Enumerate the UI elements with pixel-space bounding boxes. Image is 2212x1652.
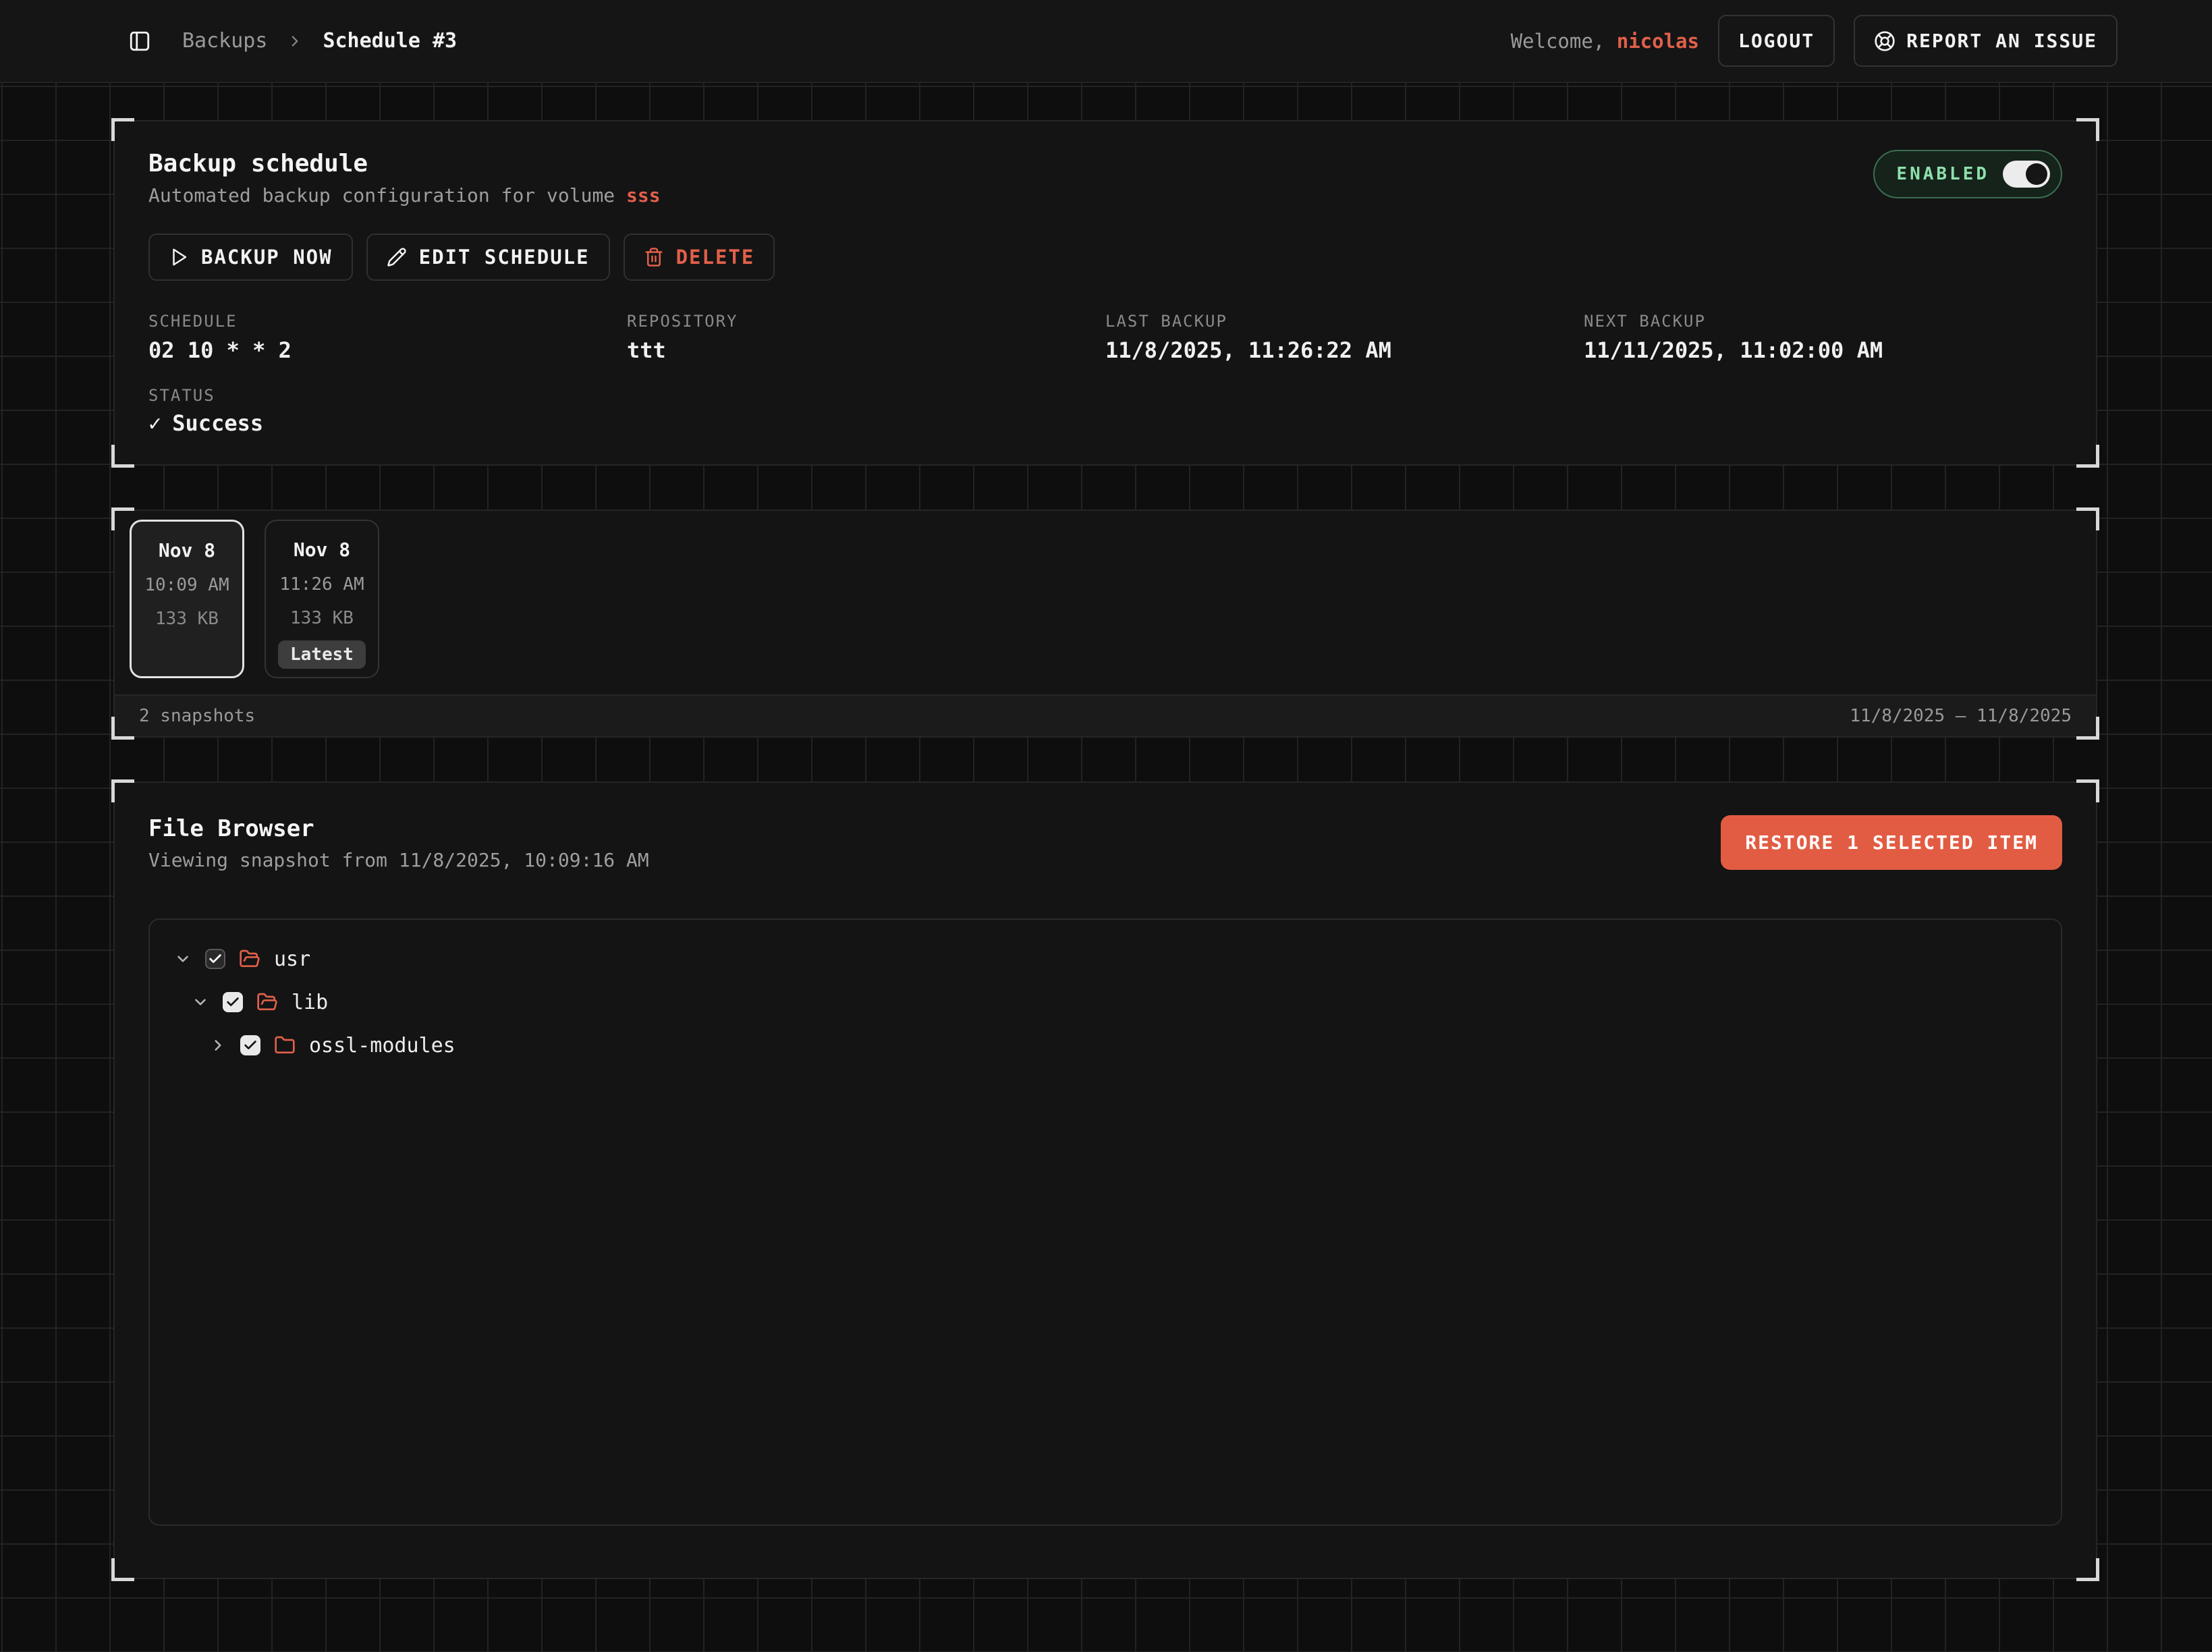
field-label: LAST BACKUP bbox=[1105, 312, 1584, 331]
switch-knob bbox=[2026, 163, 2047, 185]
report-issue-button[interactable]: REPORT AN ISSUE bbox=[1854, 15, 2118, 67]
checkbox[interactable] bbox=[205, 949, 225, 969]
field-label: NEXT BACKUP bbox=[1584, 312, 2062, 331]
field-value: ttt bbox=[627, 337, 1105, 363]
latest-badge: Latest bbox=[278, 640, 366, 669]
corner-bracket bbox=[2076, 118, 2099, 141]
pencil-icon bbox=[387, 247, 407, 267]
snapshot-card[interactable]: Nov 8 11:26 AM 133 KB Latest bbox=[265, 520, 379, 678]
snapshot-size: 133 KB bbox=[278, 608, 366, 628]
edit-schedule-label: EDIT SCHEDULE bbox=[419, 246, 590, 269]
status-value: Success bbox=[172, 410, 263, 436]
check-icon: ✓ bbox=[148, 410, 161, 436]
lifebuoy-icon bbox=[1874, 30, 1896, 52]
field-schedule: SCHEDULE 02 10 * * 2 bbox=[148, 312, 627, 363]
restore-label: RESTORE 1 SELECTED ITEM bbox=[1745, 831, 2038, 854]
corner-bracket bbox=[2076, 779, 2099, 802]
edit-schedule-button[interactable]: EDIT SCHEDULE bbox=[366, 233, 610, 281]
tree-row[interactable]: ossl-modules bbox=[165, 1024, 2046, 1067]
snapshot-card[interactable]: Nov 8 10:09 AM 133 KB bbox=[130, 520, 244, 678]
snapshots-panel: Nov 8 10:09 AM 133 KB Nov 8 11:26 AM 133… bbox=[113, 510, 2097, 738]
status-label: STATUS bbox=[148, 386, 2062, 405]
snapshot-size: 133 KB bbox=[144, 609, 230, 629]
snapshot-time: 10:09 AM bbox=[144, 575, 230, 595]
file-browser-subtitle: Viewing snapshot from 11/8/2025, 10:09:1… bbox=[148, 849, 649, 871]
report-issue-label: REPORT AN ISSUE bbox=[1906, 30, 2097, 52]
tree-item-name: usr bbox=[274, 947, 310, 971]
enabled-label: ENABLED bbox=[1896, 164, 1989, 184]
delete-label: DELETE bbox=[676, 246, 755, 269]
volume-name: sss bbox=[626, 184, 661, 206]
snapshot-date-range: 11/8/2025 – 11/8/2025 bbox=[1850, 706, 2072, 726]
tree-row[interactable]: lib bbox=[165, 981, 2046, 1024]
backup-schedule-panel: Backup schedule Automated backup configu… bbox=[113, 120, 2097, 466]
trash-icon bbox=[644, 247, 664, 267]
file-browser-panel: File Browser Viewing snapshot from 11/8/… bbox=[113, 781, 2097, 1579]
snapshot-footer: 2 snapshots 11/8/2025 – 11/8/2025 bbox=[115, 694, 2096, 736]
snapshot-date: Nov 8 bbox=[144, 539, 230, 561]
field-value: 11/8/2025, 11:26:22 AM bbox=[1105, 337, 1584, 363]
delete-button[interactable]: DELETE bbox=[624, 233, 775, 281]
logout-label: LOGOUT bbox=[1738, 30, 1815, 52]
folder-icon bbox=[239, 948, 260, 970]
folder-icon bbox=[256, 991, 278, 1013]
chevron-icon[interactable] bbox=[174, 950, 192, 968]
chevron-icon[interactable] bbox=[192, 993, 209, 1011]
backup-now-button[interactable]: BACKUP NOW bbox=[148, 233, 353, 281]
field-value: 02 10 * * 2 bbox=[148, 337, 627, 363]
snapshot-count: 2 snapshots bbox=[139, 706, 255, 726]
corner-bracket bbox=[2076, 1558, 2099, 1581]
breadcrumb-section[interactable]: Backups bbox=[182, 29, 267, 53]
corner-bracket bbox=[111, 118, 134, 141]
field-label: SCHEDULE bbox=[148, 312, 627, 331]
corner-bracket bbox=[111, 779, 134, 802]
play-icon bbox=[169, 247, 189, 267]
breadcrumb: Backups Schedule #3 bbox=[182, 29, 457, 53]
chevron-right-icon bbox=[286, 32, 304, 50]
tree-row[interactable]: usr bbox=[165, 937, 2046, 981]
breadcrumb-page: Schedule #3 bbox=[323, 29, 457, 53]
snapshot-list: Nov 8 10:09 AM 133 KB Nov 8 11:26 AM 133… bbox=[115, 511, 2096, 694]
panel-title: Backup schedule bbox=[148, 150, 661, 177]
panel-subtitle: Automated backup configuration for volum… bbox=[148, 184, 661, 206]
logout-button[interactable]: LOGOUT bbox=[1718, 15, 1835, 67]
corner-bracket bbox=[111, 1558, 134, 1581]
file-tree: usr lib ossl-modules bbox=[148, 918, 2062, 1526]
corner-bracket bbox=[111, 445, 134, 468]
sidebar-toggle-icon[interactable] bbox=[128, 30, 151, 53]
top-bar: Backups Schedule #3 Welcome, nicolas LOG… bbox=[0, 0, 2212, 83]
file-browser-title: File Browser bbox=[148, 815, 649, 842]
chevron-icon[interactable] bbox=[209, 1037, 227, 1054]
snapshot-time: 11:26 AM bbox=[278, 574, 366, 595]
checkbox[interactable] bbox=[240, 1035, 260, 1055]
enabled-toggle[interactable]: ENABLED bbox=[1873, 150, 2062, 198]
backup-now-label: BACKUP NOW bbox=[201, 246, 333, 269]
tree-item-name: ossl-modules bbox=[309, 1034, 455, 1057]
checkbox[interactable] bbox=[223, 992, 243, 1012]
field-value: 11/11/2025, 11:02:00 AM bbox=[1584, 337, 2062, 363]
field-repository: REPOSITORY ttt bbox=[627, 312, 1105, 363]
snapshot-date: Nov 8 bbox=[278, 539, 366, 561]
enabled-switch[interactable] bbox=[2003, 161, 2050, 188]
status-field: STATUS ✓ Success bbox=[148, 386, 2062, 436]
schedule-fields: SCHEDULE 02 10 * * 2 REPOSITORY ttt LAST… bbox=[148, 312, 2062, 363]
username: nicolas bbox=[1617, 30, 1699, 53]
corner-bracket bbox=[2076, 445, 2099, 468]
tree-item-name: lib bbox=[292, 991, 328, 1014]
field-next-backup: NEXT BACKUP 11/11/2025, 11:02:00 AM bbox=[1584, 312, 2062, 363]
folder-icon bbox=[274, 1035, 296, 1056]
field-label: REPOSITORY bbox=[627, 312, 1105, 331]
field-last-backup: LAST BACKUP 11/8/2025, 11:26:22 AM bbox=[1105, 312, 1584, 363]
restore-button[interactable]: RESTORE 1 SELECTED ITEM bbox=[1721, 815, 2062, 870]
welcome-text: Welcome, nicolas bbox=[1511, 30, 1699, 53]
